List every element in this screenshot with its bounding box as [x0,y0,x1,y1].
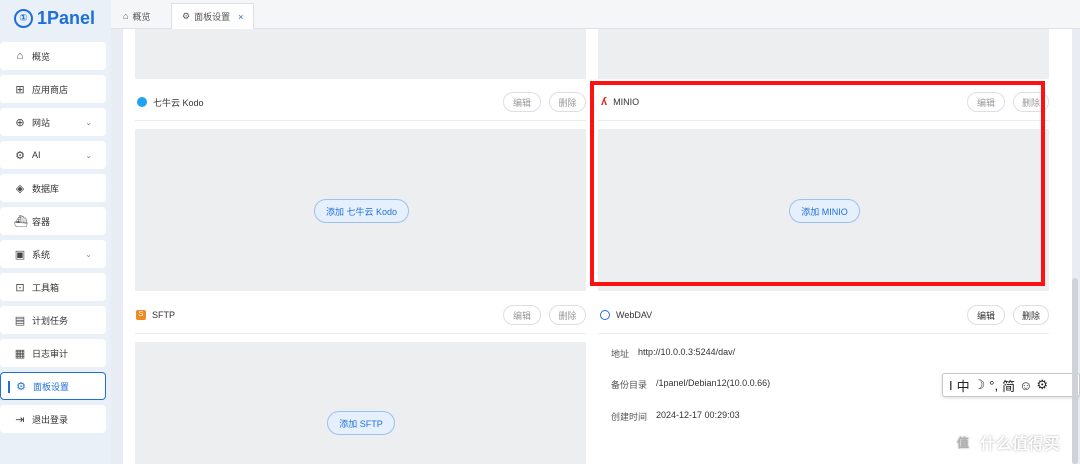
close-icon[interactable]: × [238,12,243,22]
backup-dir-label: 备份目录 [611,380,648,390]
webdav-address-row: 地址 http://10.0.0.3:5244/dav/ [611,347,735,360]
sidebar-item-label: 应用商店 [32,84,69,95]
sidebar-item-label: 退出登录 [32,414,69,425]
settings-icon: ⚙ [182,11,191,21]
sidebar-item-cron[interactable]: ▤ 计划任务 [0,306,106,334]
card-header-webdav: WebDAV [600,302,652,328]
emoji-icon[interactable]: ☺ [1019,378,1032,393]
delete-button[interactable]: 删除 [549,92,586,112]
system-icon: ▣ [14,248,26,261]
ime-cursor-icon[interactable]: I [949,378,953,393]
highlight-box [590,81,1045,286]
tab-label: 概览 [132,11,151,22]
logo-icon: ① [14,9,33,28]
sidebar-item-label: 计划任务 [32,315,69,326]
sidebar-item-label: 数据库 [32,183,60,194]
app-logo[interactable]: ① 1Panel [14,8,95,29]
card-body-previous-left [135,29,586,79]
logout-icon: ⇥ [15,413,25,426]
sidebar-item-logout[interactable]: ⇥ 退出登录 [0,405,106,433]
edit-button[interactable]: 编辑 [503,305,541,325]
home-icon: ⌂ [123,11,129,21]
card-header-qiniu: 七牛云 Kodo [137,89,204,115]
chevron-down-icon: ⌄ [85,150,92,160]
sidebar-item-container[interactable]: ⛴ 容器 [0,207,106,235]
created-label: 创建时间 [611,412,648,422]
sidebar-item-label: 系统 [32,249,51,260]
divider [135,333,586,334]
sidebar-item-logs[interactable]: ▦ 日志审计 [0,339,106,367]
globe-icon: ⊕ [15,116,25,129]
backup-dir-value: /1panel/Debian12(10.0.0.66) [656,378,771,388]
chevron-down-icon: ⌄ [85,249,92,259]
sidebar-item-database[interactable]: ◈ 数据库 [0,174,106,202]
sidebar-item-label: 概览 [32,51,51,62]
tab-bar: ⌂ 概览 ⚙ 面板设置 × [111,0,1080,29]
log-icon: ▦ [14,347,26,360]
tab-panel-settings[interactable]: ⚙ 面板设置 × [171,3,255,29]
sidebar-item-label: 面板设置 [33,381,70,392]
sidebar-item-website[interactable]: ⊕ 网站 ⌄ [0,108,106,136]
layers-icon: ◈ [15,182,25,195]
card-header-sftp: S SFTP [136,302,175,328]
app-name: 1Panel [37,8,96,28]
sidebar-item-appstore[interactable]: ⊞ 应用商店 [0,75,106,103]
qiniu-logo-icon [137,97,147,107]
toolbox-icon: ⊡ [15,281,25,294]
active-indicator [8,381,10,393]
gear-icon[interactable]: ⚙ [1036,377,1048,393]
robot-icon: ⚙ [15,149,25,162]
address-label: 地址 [611,349,630,359]
sidebar-item-system[interactable]: ▣ 系统 ⌄ [0,240,106,268]
edit-button[interactable]: 编辑 [967,305,1005,325]
divider [598,333,1049,334]
add-qiniu-button[interactable]: 添加 七牛云 Kodo [314,199,409,223]
sidebar-item-label: 日志审计 [32,348,69,359]
schedule-icon: ▤ [14,314,26,327]
edit-button[interactable]: 编辑 [503,92,541,112]
settings-icon: ⚙ [16,380,26,393]
watermark-text: 什么值得买 [980,436,1061,453]
card-body-sftp [135,342,586,464]
sidebar-item-label: AI [32,150,41,160]
delete-button[interactable]: 删除 [549,305,586,325]
moon-icon[interactable]: ☽ [974,377,986,393]
ime-chinese-mode[interactable]: 中 [957,376,970,395]
tab-label: 面板设置 [194,12,231,22]
punctuation-icon[interactable]: °, [989,378,998,393]
created-value: 2024-12-17 00:29:03 [656,410,740,420]
docker-icon: ⛴ [14,215,28,228]
webdav-logo-icon [600,310,610,320]
webdav-dir-row: 备份目录 /1panel/Debian12(10.0.0.66) [611,378,770,391]
card-title: SFTP [152,310,176,320]
sidebar-item-overview[interactable]: ⌂ 概览 [0,42,106,70]
home-icon: ⌂ [16,50,24,62]
card-body-previous-right [598,29,1049,79]
sidebar-item-settings[interactable]: ⚙ 面板设置 [0,372,106,400]
delete-button[interactable]: 删除 [1013,305,1049,325]
sidebar-item-label: 网站 [32,117,51,128]
grid-icon: ⊞ [15,83,25,96]
chevron-down-icon: ⌄ [85,117,92,127]
sidebar-item-ai[interactable]: ⚙ AI ⌄ [0,141,106,169]
watermark: 值 什么值得买 [952,430,1060,454]
sftp-logo-icon: S [136,310,146,320]
sidebar-item-label: 工具箱 [32,282,60,293]
sidebar: ① 1Panel ⌂ 概览 ⊞ 应用商店 ⊕ 网站 ⌄ ⚙ AI ⌄ ◈ 数据库… [0,0,111,464]
card-title: WebDAV [616,310,653,320]
address-value: http://10.0.0.3:5244/dav/ [638,347,736,357]
tab-overview[interactable]: ⌂ 概览 [113,3,160,29]
card-title: 七牛云 Kodo [153,97,204,108]
ime-toolbar[interactable]: I 中 ☽ °, 简 ☺ ⚙ [942,373,1080,397]
sidebar-item-toolbox[interactable]: ⊡ 工具箱 [0,273,106,301]
add-sftp-button[interactable]: 添加 SFTP [327,411,395,435]
sidebar-item-label: 容器 [32,216,51,227]
scrollbar[interactable] [1072,278,1078,464]
ime-simplified[interactable]: 简 [1002,376,1015,395]
watermark-icon: 值 [952,431,974,453]
webdav-created-row: 创建时间 2024-12-17 00:29:03 [611,410,740,423]
divider [135,120,586,121]
